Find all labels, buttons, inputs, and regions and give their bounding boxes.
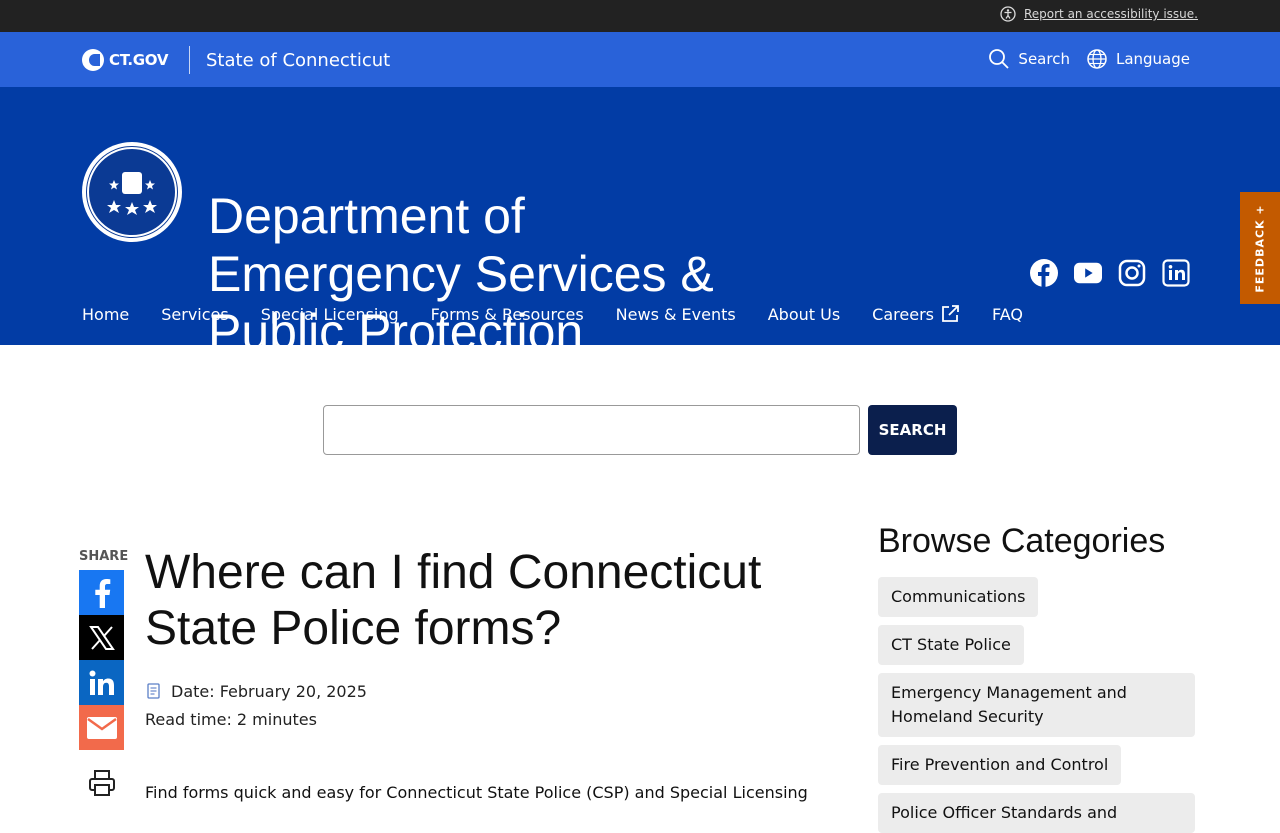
ct-gov-logo-text: CT.GOV: [109, 51, 169, 69]
nav-item-label: Special Licensing: [260, 304, 399, 324]
feedback-tab-label: FEEDBACK +: [1253, 203, 1267, 293]
category-chip[interactable]: Police Officer Standards and: [878, 793, 1195, 833]
instagram-icon: [1118, 259, 1146, 287]
facebook-icon: [1030, 259, 1058, 287]
agency-title: Department of Emergency Services & Publi…: [208, 187, 714, 361]
site-search-input[interactable]: [323, 405, 860, 455]
instagram-link[interactable]: [1118, 259, 1146, 287]
state-name-link[interactable]: State of Connecticut: [206, 50, 390, 71]
category-list: Communications CT State Police Emergency…: [878, 577, 1195, 833]
youtube-link[interactable]: [1074, 259, 1102, 287]
print-button[interactable]: [79, 760, 124, 805]
accessibility-icon: [1000, 6, 1016, 22]
nav-item-label: Forms & Resources: [430, 304, 584, 324]
nav-item-home[interactable]: Home: [82, 304, 129, 324]
nav-item-careers[interactable]: Careers: [872, 304, 960, 324]
external-link-icon: [942, 305, 959, 322]
nav-item-services[interactable]: Services: [161, 304, 228, 324]
nav-item-label: FAQ: [991, 304, 1023, 324]
language-toggle-label: Language: [1115, 50, 1190, 68]
article-title: Where can I find Connecticut State Polic…: [145, 546, 762, 655]
agency-seal-emblem: [86, 146, 178, 238]
share-facebook-button[interactable]: [79, 570, 124, 615]
share-x-button[interactable]: [79, 615, 124, 660]
nav-item-label: Home: [82, 304, 130, 324]
article-meta: Date: February 20, 2025 Read time: 2 min…: [145, 677, 845, 733]
agency-title-line-1: Department of: [208, 188, 525, 244]
share-label: SHARE: [79, 549, 129, 564]
ct-gov-bar: CT.GOV State of Connecticut Search Langu…: [0, 32, 1280, 87]
linkedin-link[interactable]: [1162, 259, 1190, 287]
feedback-tab[interactable]: FEEDBACK +: [1240, 192, 1280, 304]
document-icon: [147, 683, 160, 699]
share-bar: SHARE: [79, 549, 129, 805]
printer-icon: [88, 769, 115, 796]
utility-bar: Report an accessibility issue.: [0, 0, 1280, 32]
category-chip[interactable]: Emergency Management and Homeland Securi…: [878, 673, 1195, 737]
email-icon: [86, 716, 117, 739]
category-chip[interactable]: CT State Police: [878, 625, 1024, 665]
language-toggle[interactable]: Language: [1086, 48, 1190, 70]
share-linkedin-button[interactable]: [79, 660, 124, 705]
social-links: [1030, 259, 1190, 287]
nav-item-label: News & Events: [615, 304, 736, 324]
globe-icon: [1087, 49, 1107, 69]
article-body: Find forms quick and easy for Connecticu…: [145, 783, 808, 802]
article: Where can I find Connecticut State Polic…: [145, 545, 845, 802]
category-chip[interactable]: Fire Prevention and Control: [878, 745, 1122, 785]
agency-header: Department of Emergency Services & Publi…: [0, 87, 1280, 360]
nav-item-forms-resources[interactable]: Forms & Resources: [431, 304, 584, 324]
nav-item-faq[interactable]: FAQ: [992, 304, 1023, 324]
header-tools: Search Language: [988, 48, 1190, 70]
nav-item-label: Careers: [872, 304, 934, 324]
facebook-link[interactable]: [1030, 259, 1058, 287]
browse-categories-heading: Browse Categories: [878, 522, 1166, 560]
share-email-button[interactable]: [79, 705, 124, 750]
browse-categories: Browse Categories Communications CT Stat…: [878, 522, 1195, 833]
accessibility-link-label: Report an accessibility issue.: [1023, 7, 1198, 21]
seal-stars-icon: [107, 172, 157, 215]
agency-title-line-2: Emergency Services &: [208, 246, 714, 302]
article-date-text: Date: February 20, 2025: [171, 681, 367, 701]
facebook-icon: [94, 578, 110, 608]
agency-seal-logo[interactable]: [82, 142, 182, 242]
nav-item-about-us[interactable]: About Us: [768, 304, 840, 324]
site-search-button[interactable]: SEARCH: [868, 405, 957, 455]
article-date: Date: February 20, 2025: [145, 677, 845, 705]
x-icon: [88, 625, 115, 650]
linkedin-icon: [89, 670, 114, 695]
category-chip[interactable]: Communications: [878, 577, 1039, 617]
nav-item-special-licensing[interactable]: Special Licensing: [261, 304, 399, 324]
youtube-icon: [1074, 262, 1102, 284]
main-nav: Home Services Special Licensing Forms & …: [82, 304, 1023, 324]
linkedin-icon: [1162, 259, 1190, 287]
search-icon: [989, 49, 1010, 69]
nav-item-label: About Us: [767, 304, 841, 324]
search-toggle[interactable]: Search: [988, 48, 1070, 70]
nav-item-news-events[interactable]: News & Events: [616, 304, 736, 324]
site-search: SEARCH: [323, 405, 957, 455]
header-divider: [189, 46, 190, 74]
ct-gov-logo[interactable]: CT.GOV: [82, 49, 168, 71]
accessibility-link[interactable]: Report an accessibility issue.: [1000, 6, 1198, 22]
nav-item-label: Services: [161, 304, 229, 324]
search-toggle-label: Search: [1018, 50, 1070, 68]
ct-logo-icon: [82, 49, 104, 71]
article-read-time: Read time: 2 minutes: [145, 709, 317, 729]
